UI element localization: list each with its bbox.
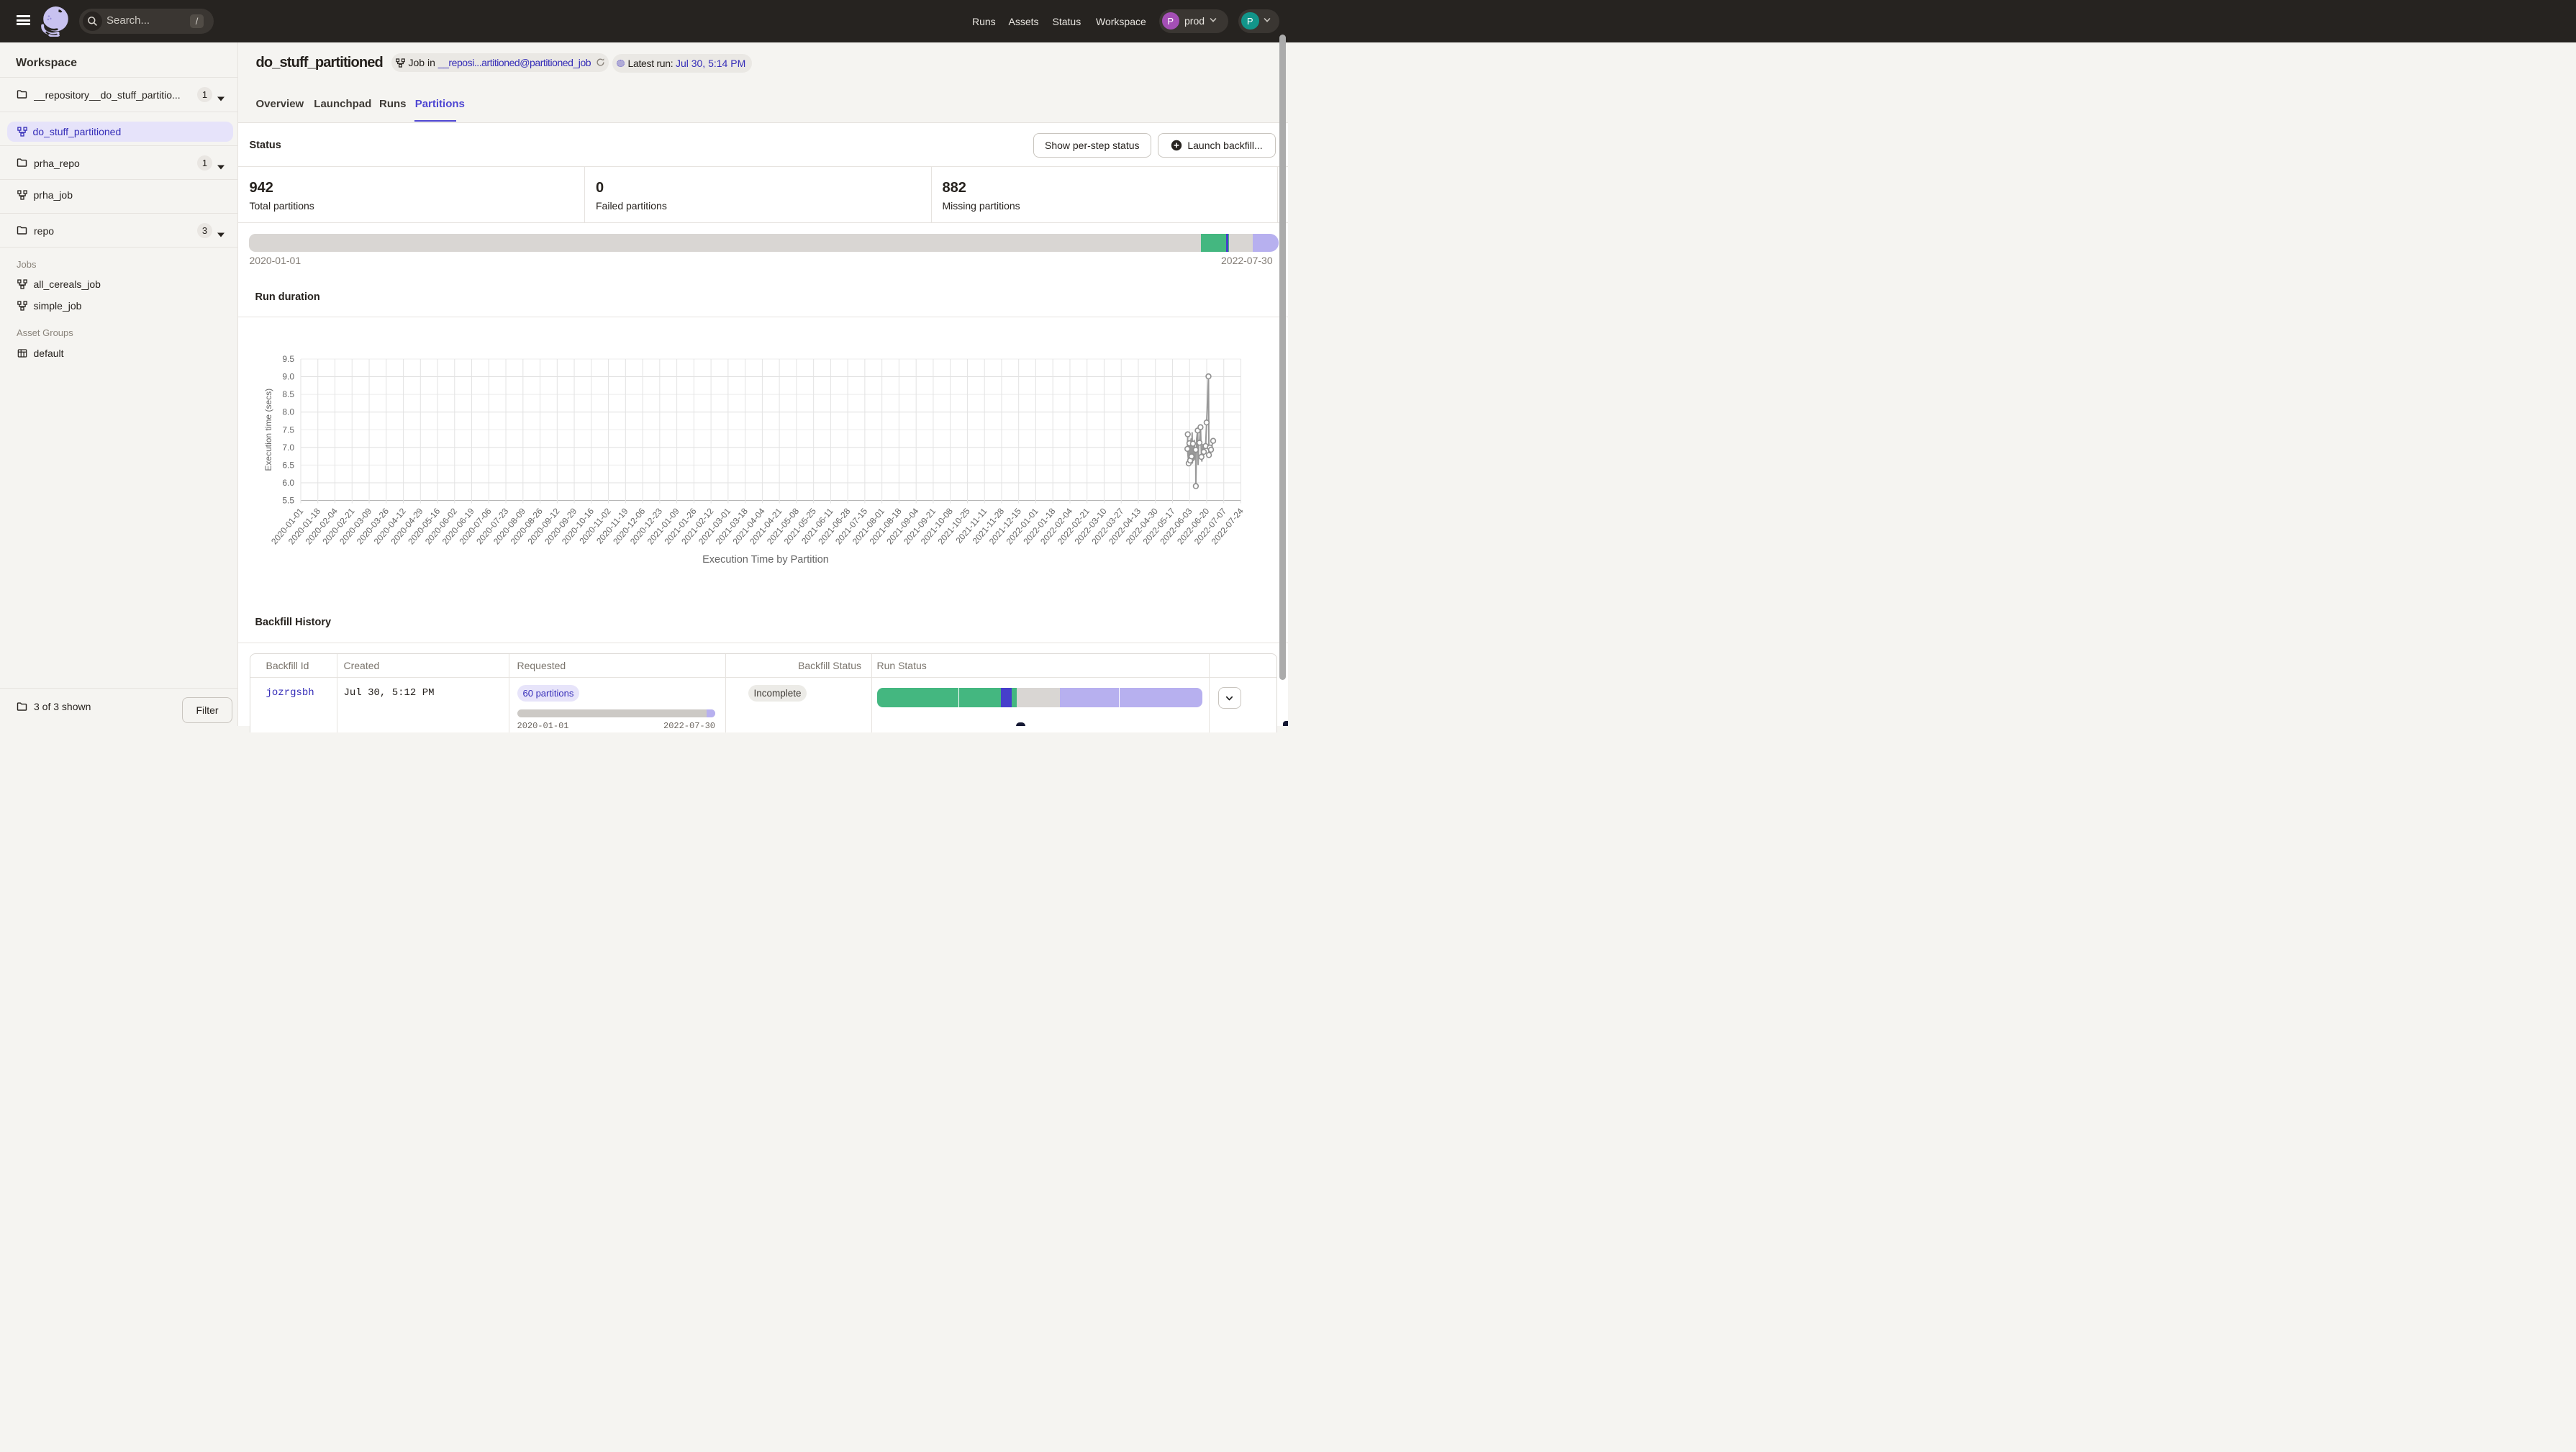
svg-text:7.5: 7.5 <box>282 425 294 435</box>
svg-text:5.5: 5.5 <box>282 496 294 506</box>
svg-text:9.0: 9.0 <box>282 372 294 382</box>
svg-text:8.5: 8.5 <box>282 389 294 399</box>
svg-text:Execution Time by Partition: Execution Time by Partition <box>702 554 829 566</box>
svg-text:7.0: 7.0 <box>282 443 294 453</box>
svg-text:9.5: 9.5 <box>282 354 294 364</box>
svg-text:6.5: 6.5 <box>282 460 294 470</box>
svg-text:8.0: 8.0 <box>282 407 294 417</box>
svg-text:Execution time (secs): Execution time (secs) <box>263 389 273 471</box>
svg-text:6.0: 6.0 <box>282 478 294 488</box>
